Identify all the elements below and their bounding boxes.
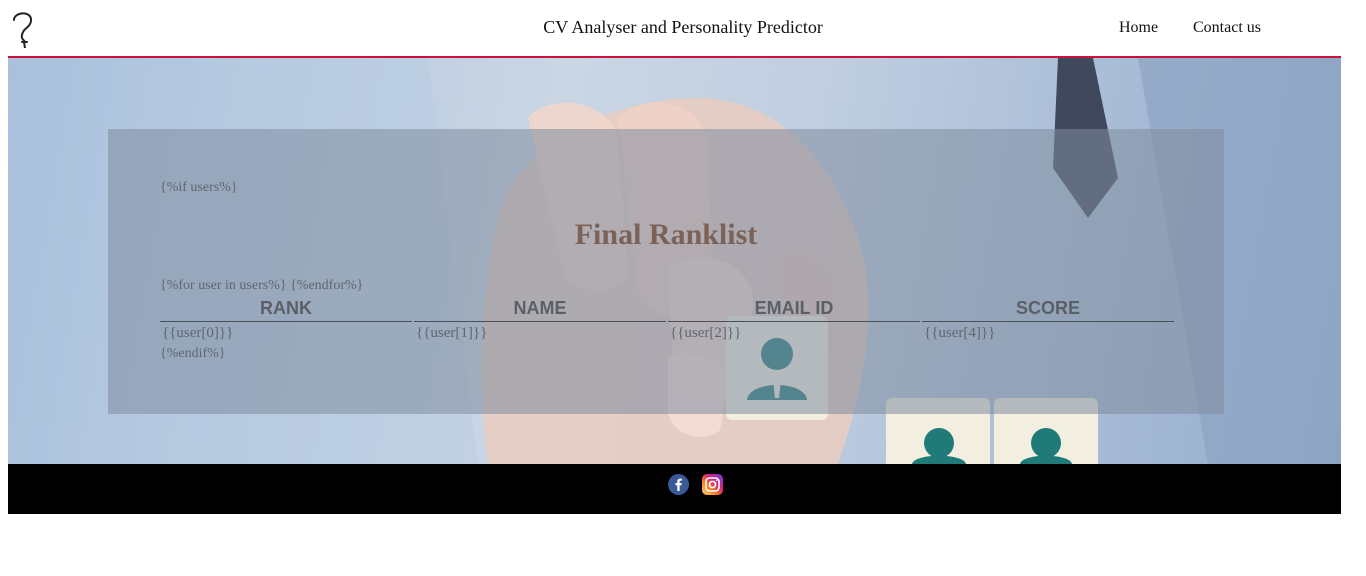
cell-score: {{user[4]}} xyxy=(924,325,996,341)
ranklist-panel: {%if users%} Final Ranklist {%for user i… xyxy=(108,129,1224,414)
cell-name: {{user[1]}} xyxy=(416,325,488,341)
footer xyxy=(8,464,1341,514)
facebook-icon[interactable] xyxy=(668,474,689,495)
page: CV Analyser and Personality Predictor Ho… xyxy=(0,0,1366,576)
endif-template-tag: {%endif%} xyxy=(160,346,226,361)
instagram-icon[interactable] xyxy=(702,474,723,495)
for-template-tag: {%for user in users%} {%endfor%} xyxy=(160,278,364,293)
header: CV Analyser and Personality Predictor Ho… xyxy=(0,0,1366,56)
cell-email: {{user[2]}} xyxy=(670,325,742,341)
if-template-tag: {%if users%} xyxy=(160,180,238,195)
column-header-score: SCORE xyxy=(922,295,1174,322)
column-header-email: EMAIL ID xyxy=(668,295,920,322)
nav-contact-link[interactable]: Contact us xyxy=(1193,19,1261,37)
cell-rank: {{user[0]}} xyxy=(162,325,234,341)
column-header-name: NAME xyxy=(414,295,666,322)
site-title: CV Analyser and Personality Predictor xyxy=(543,17,823,37)
nav-home-link[interactable]: Home xyxy=(1119,19,1158,37)
column-header-rank: RANK xyxy=(160,295,412,322)
panel-title: Final Ranklist xyxy=(574,218,758,251)
